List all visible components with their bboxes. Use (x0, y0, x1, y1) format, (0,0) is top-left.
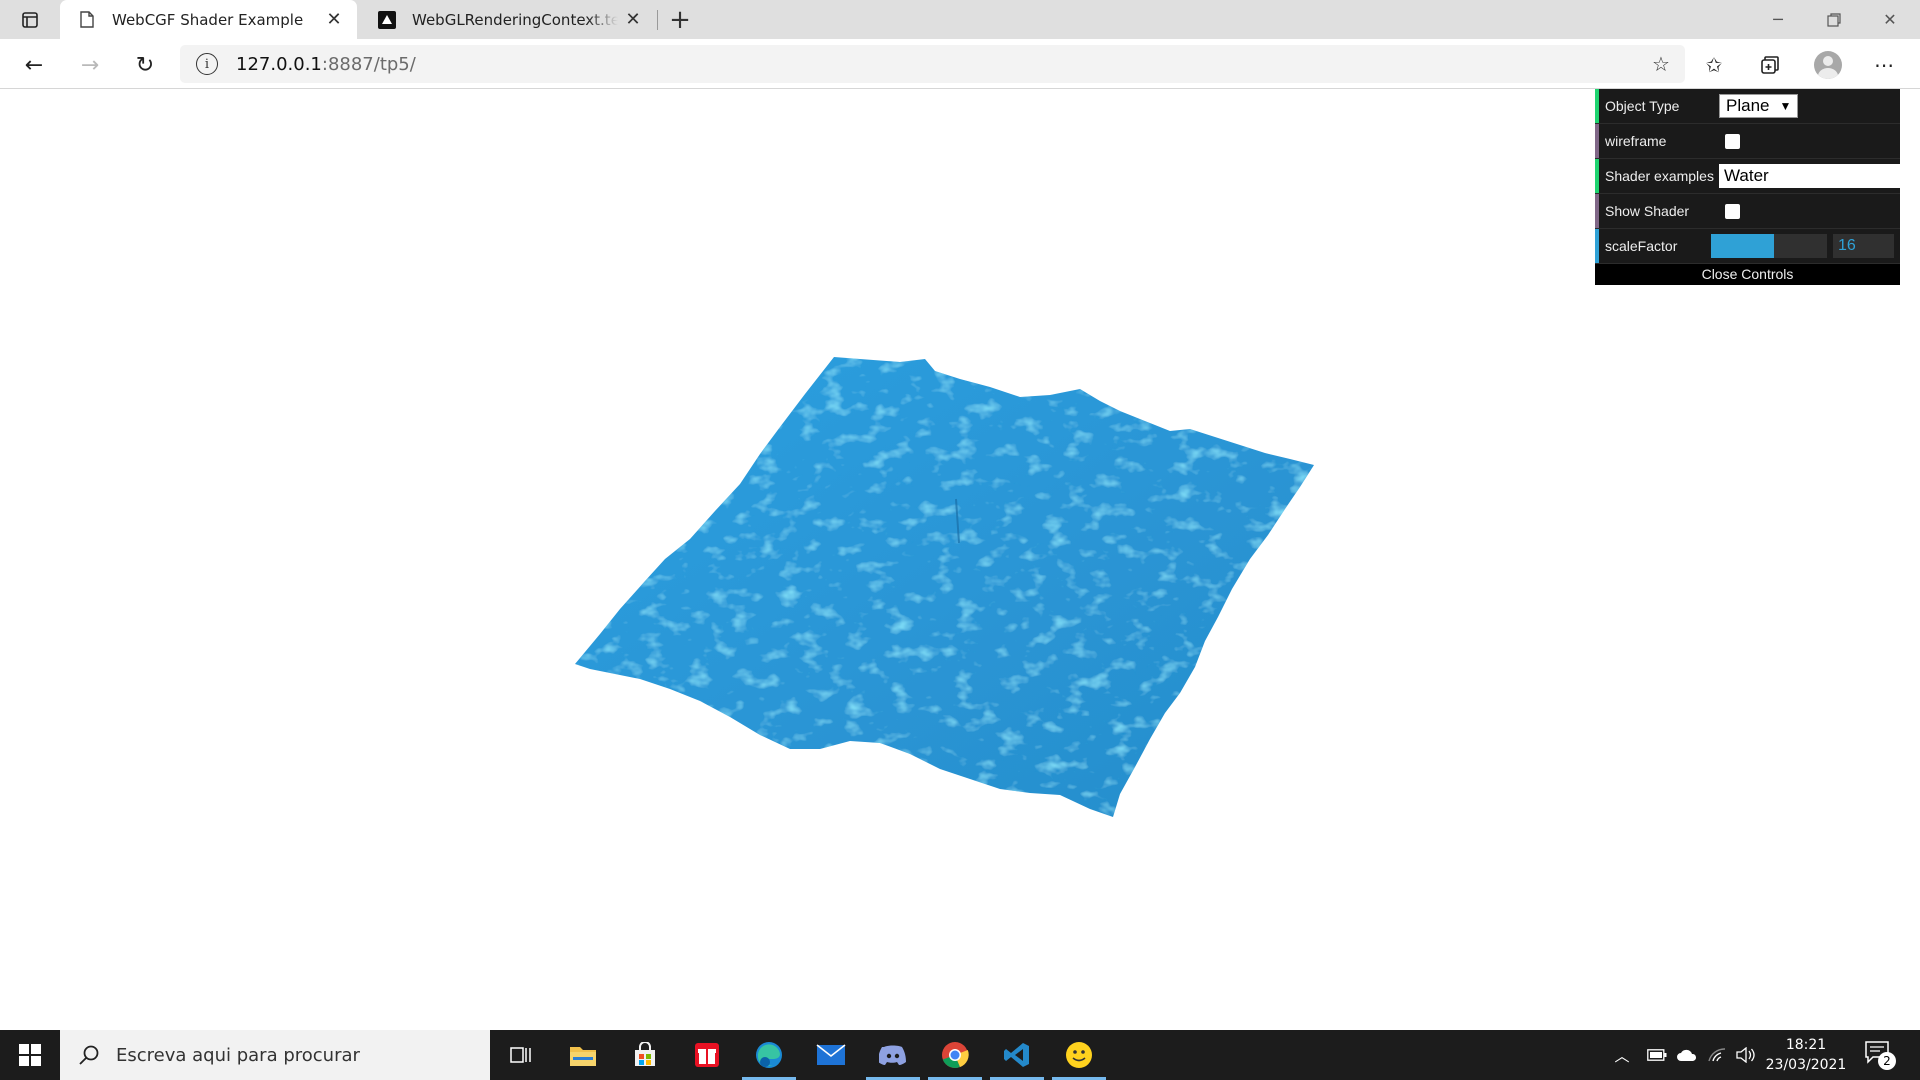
file-explorer-icon[interactable] (552, 1030, 614, 1080)
close-window-icon[interactable]: ✕ (1862, 0, 1918, 39)
site-info-icon[interactable]: i (196, 53, 218, 75)
search-icon (76, 1042, 102, 1068)
restore-icon[interactable] (1806, 0, 1862, 39)
water-surface (575, 357, 1314, 817)
collections-icon[interactable] (1752, 47, 1788, 83)
wireframe-row: wireframe (1595, 124, 1900, 159)
tab-strip: WebCGF Shader Example ✕ WebGLRenderingCo… (0, 0, 1920, 39)
favorites-icon[interactable]: ✩ (1696, 47, 1732, 83)
battery-icon[interactable] (1644, 1030, 1670, 1080)
show-shader-row: Show Shader (1595, 194, 1900, 229)
volume-icon[interactable] (1732, 1030, 1758, 1080)
game-app-icon[interactable] (1048, 1030, 1110, 1080)
chevron-down-icon: ▼ (1779, 99, 1792, 113)
notifications-icon[interactable]: 2 (1864, 1040, 1896, 1070)
scale-factor-label: scaleFactor (1605, 238, 1678, 254)
browser-toolbar: ← → ↻ i 127.0.0.1:8887/tp5/ ☆ ✩ ⋯ (0, 39, 1920, 89)
tab-webcgf-shader[interactable]: WebCGF Shader Example ✕ (60, 0, 357, 39)
show-shader-checkbox[interactable] (1725, 203, 1740, 219)
onedrive-icon[interactable] (1674, 1030, 1700, 1080)
forward-icon[interactable]: → (72, 47, 108, 83)
object-type-label: Object Type (1605, 98, 1680, 114)
shader-row: Shader examples Water (1595, 159, 1900, 194)
chevron-up-icon[interactable]: ︿ (1610, 1030, 1634, 1080)
object-type-row: Object Type Plane ▼ (1595, 89, 1900, 124)
mdn-icon (378, 10, 396, 29)
address-bar[interactable]: i 127.0.0.1:8887/tp5/ ☆ (180, 45, 1685, 83)
gift-app-icon[interactable] (676, 1030, 738, 1080)
windows-icon (19, 1044, 41, 1066)
minimize-icon[interactable]: ─ (1750, 0, 1806, 39)
scale-factor-input[interactable]: 16 (1833, 234, 1894, 258)
task-view-icon[interactable] (490, 1030, 552, 1080)
taskbar-search[interactable]: Escreva aqui para procurar (60, 1030, 490, 1080)
more-icon[interactable]: ⋯ (1866, 47, 1902, 83)
discord-icon[interactable] (862, 1030, 924, 1080)
taskbar: Escreva aqui para procurar ︿ 18:21 23/03… (0, 1030, 1920, 1080)
clock-date: 23/03/2021 (1765, 1057, 1847, 1073)
close-controls-button[interactable]: Close Controls (1595, 264, 1900, 285)
profile-avatar[interactable] (1814, 51, 1842, 79)
tab-webgl-docs[interactable]: WebGLRenderingContext.texParameter() ✕ (360, 0, 656, 39)
notification-count: 2 (1878, 1052, 1896, 1070)
scale-factor-slider[interactable] (1711, 234, 1827, 258)
vscode-icon[interactable] (986, 1030, 1048, 1080)
close-tab-icon[interactable]: ✕ (319, 5, 349, 35)
start-button[interactable] (0, 1030, 60, 1080)
wifi-icon[interactable] (1704, 1030, 1730, 1080)
clock[interactable]: 18:21 23/03/2021 (1758, 1035, 1854, 1075)
tab-actions-icon[interactable] (10, 8, 50, 32)
mail-icon[interactable] (800, 1030, 862, 1080)
close-tab-icon[interactable]: ✕ (618, 5, 648, 35)
object-type-select[interactable]: Plane ▼ (1719, 94, 1799, 118)
shader-select[interactable]: Water (1719, 164, 1900, 188)
scale-factor-row: scaleFactor 16 (1595, 229, 1900, 264)
tab-divider (657, 10, 658, 30)
show-shader-label: Show Shader (1605, 203, 1690, 219)
new-tab-icon[interactable]: + (664, 4, 696, 36)
webgl-canvas[interactable]: Object Type Plane ▼ wireframe Shader exa… (0, 89, 1920, 1030)
slider-fill (1711, 234, 1774, 258)
tab-title: WebGLRenderingContext.texParameter() (412, 10, 618, 29)
edge-icon[interactable] (738, 1030, 800, 1080)
refresh-icon[interactable]: ↻ (127, 47, 163, 83)
wireframe-checkbox[interactable] (1725, 133, 1740, 149)
tab-title: WebCGF Shader Example (112, 10, 304, 29)
add-favorite-icon[interactable]: ☆ (1649, 52, 1673, 76)
clock-time: 18:21 (1785, 1037, 1827, 1053)
page-icon (78, 11, 96, 29)
shader-label: Shader examples (1605, 168, 1714, 184)
controls-panel: Object Type Plane ▼ wireframe Shader exa… (1595, 89, 1900, 285)
wireframe-label: wireframe (1605, 133, 1667, 149)
back-icon[interactable]: ← (16, 47, 52, 83)
search-placeholder: Escreva aqui para procurar (116, 1044, 360, 1066)
url-text[interactable]: 127.0.0.1:8887/tp5/ (236, 54, 416, 75)
store-icon[interactable] (614, 1030, 676, 1080)
chrome-icon[interactable] (924, 1030, 986, 1080)
